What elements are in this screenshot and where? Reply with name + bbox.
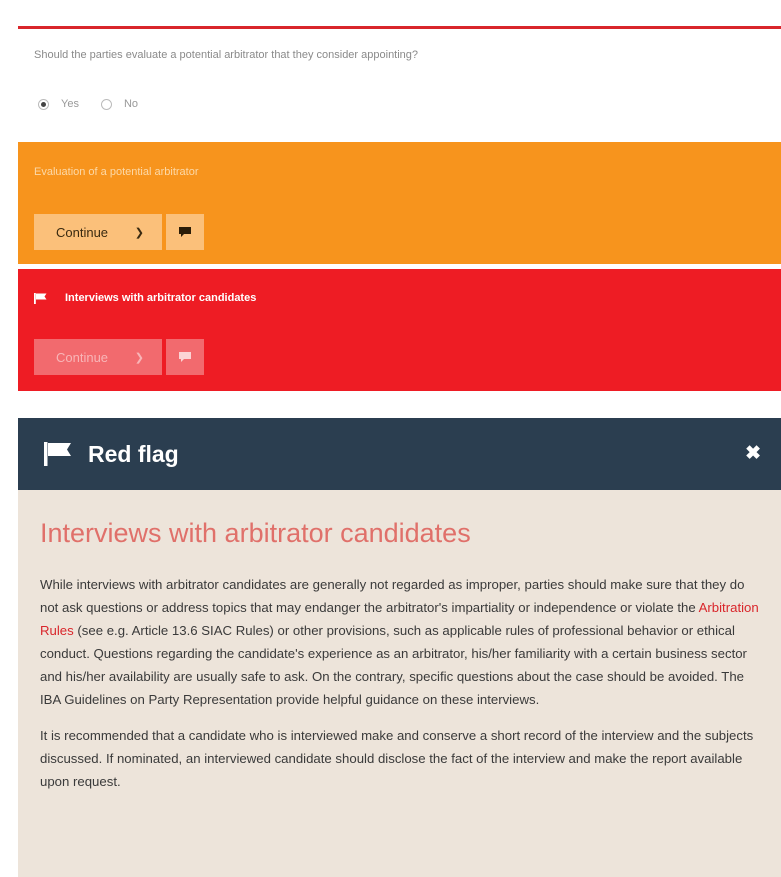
- step-title: Interviews with arbitrator candidates: [65, 292, 257, 304]
- modal-header: Red flag ✖: [18, 418, 781, 490]
- step-evaluation: Evaluation of a potential arbitrator Con…: [18, 142, 781, 264]
- radio-no-label[interactable]: No: [124, 98, 138, 110]
- question-card: Should the parties evaluate a potential …: [18, 29, 781, 137]
- paragraph-2: It is recommended that a candidate who i…: [40, 728, 754, 789]
- radio-group: Yes No: [38, 98, 160, 110]
- flag-icon: [34, 292, 47, 304]
- continue-label: Continue: [56, 349, 109, 365]
- comment-button[interactable]: [166, 214, 204, 250]
- comment-button[interactable]: [166, 339, 204, 375]
- continue-button[interactable]: Continue ❯: [34, 214, 162, 250]
- step-title: Evaluation of a potential arbitrator: [34, 166, 199, 178]
- modal-body: Interviews with arbitrator candidates Wh…: [18, 490, 781, 877]
- paragraph-1-start: While interviews with arbitrator candida…: [40, 577, 745, 615]
- paragraph-1-end: (see e.g. Article 13.6 SIAC Rules) or ot…: [40, 623, 747, 707]
- step-actions: Continue ❯: [34, 339, 204, 375]
- modal-title: Red flag: [88, 440, 179, 467]
- question-text: Should the parties evaluate a potential …: [34, 49, 419, 61]
- continue-label: Continue: [56, 224, 109, 240]
- step-title-row: Interviews with arbitrator candidates: [34, 292, 256, 304]
- comment-icon: [179, 227, 191, 237]
- radio-no[interactable]: [100, 98, 112, 110]
- comment-icon: [179, 352, 191, 362]
- modal-heading: Interviews with arbitrator candidates: [40, 518, 471, 548]
- paragraph-1: While interviews with arbitrator candida…: [40, 573, 761, 711]
- radio-yes[interactable]: [38, 98, 49, 110]
- close-icon[interactable]: ✖: [745, 442, 761, 465]
- radio-yes-label[interactable]: Yes: [61, 98, 79, 110]
- flag-icon: [44, 442, 71, 466]
- chevron-down-icon: ❯: [134, 351, 144, 364]
- continue-button[interactable]: Continue ❯: [34, 339, 162, 375]
- chevron-down-icon: ❯: [134, 226, 144, 239]
- step-actions: Continue ❯: [34, 214, 204, 250]
- step-interviews: Interviews with arbitrator candidates Co…: [18, 269, 781, 391]
